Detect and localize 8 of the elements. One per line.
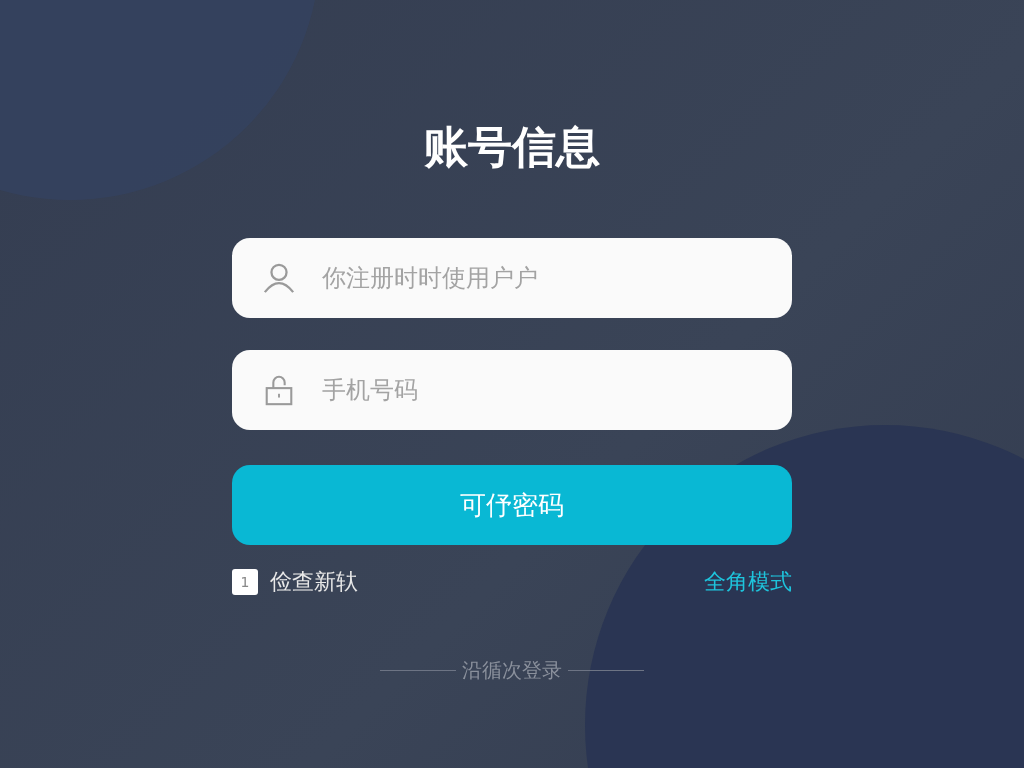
divider-text: 沿循次登录 bbox=[462, 657, 562, 684]
page-title: 账号信息 bbox=[423, 120, 601, 174]
input-field[interactable]: 手机号码 bbox=[232, 350, 792, 430]
number-box[interactable]: 1 bbox=[232, 569, 258, 595]
mode-link[interactable]: 全角模式 bbox=[704, 567, 792, 597]
checkbox-label: 俭查新轪 bbox=[270, 568, 358, 596]
submit-button[interactable]: 可伃密码 bbox=[232, 465, 792, 545]
input-field[interactable]: 你注册时时使用户户 bbox=[232, 238, 792, 318]
